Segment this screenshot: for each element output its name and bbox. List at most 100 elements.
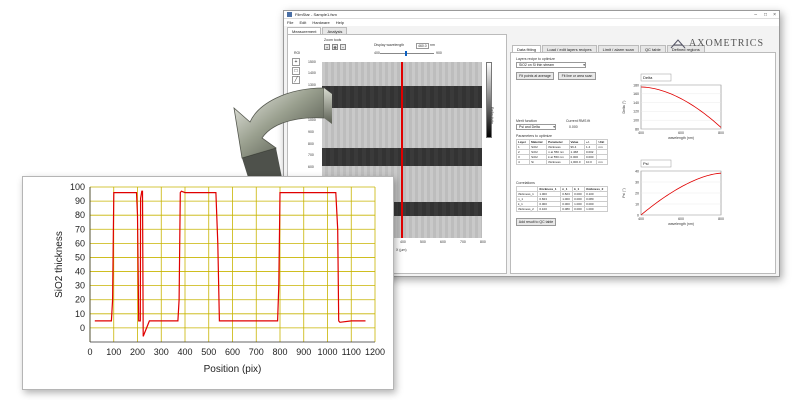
table-cell[interactable]: nm	[596, 159, 608, 165]
wavelength-value[interactable]: 460.0	[416, 43, 429, 49]
x-tick-label: 600	[225, 347, 240, 357]
chart-x-axis-label: wavelength (nm)	[668, 136, 694, 140]
zoom-out-icon[interactable]: −	[340, 44, 346, 50]
thickness-plot: 0 10 20 30 40 50 60 70 80 90 100 0 100 200 300 400 500 60…	[22, 176, 394, 390]
fit-average-button[interactable]: Fit points at average	[516, 72, 554, 80]
chart-x-tick-label: 800	[718, 217, 724, 221]
chevron-down-icon: ▾	[553, 125, 555, 129]
chart-y-tick-label: 120	[633, 110, 639, 114]
layers-dropdown[interactable]: SiO2 on Si thin stream ▾	[516, 62, 586, 68]
chart-x-tick-label: 800	[718, 131, 724, 135]
thickness-chart: 01020304050607080901000 100 200 300 400 500 60…	[54, 182, 385, 375]
x-tick-label: 100	[106, 347, 121, 357]
minimize-icon[interactable]: –	[754, 12, 757, 18]
menu-bar: File Edit Hardware Help	[284, 19, 779, 26]
menu-help[interactable]: Help	[336, 20, 344, 25]
x-tick-label: 300	[154, 347, 169, 357]
image-x-tick-label: 700	[460, 240, 466, 244]
image-y-tick-label: 1500	[308, 59, 316, 64]
y-tick-label: 10	[75, 309, 85, 319]
params-label: Parameters to optimize	[516, 134, 552, 138]
table-cell[interactable]: 10.0	[583, 159, 598, 165]
add-qc-button[interactable]: Add result to QC table	[516, 218, 556, 226]
table-cell[interactable]: 1.000	[584, 206, 608, 212]
y-tick-label: 0	[80, 323, 85, 333]
line-scan-marker[interactable]	[401, 62, 403, 238]
correlations-table[interactable]: thickness_1 n_1 k_1 thickness_2 thickness_1 1…	[515, 186, 608, 212]
table-cell[interactable]: thickness	[546, 159, 570, 165]
tab-measurement[interactable]: Measurement	[287, 27, 322, 34]
chart-x-axis-label: wavelength (nm)	[668, 222, 694, 226]
menu-file[interactable]: File	[287, 20, 293, 25]
point-tool-icon[interactable]: +	[292, 58, 300, 66]
menu-edit[interactable]: Edit	[299, 20, 306, 25]
wavelength-slider-knob[interactable]	[405, 51, 407, 56]
table-cell[interactable]: thickness_2	[515, 206, 539, 212]
chart-x-tick-label: 600	[678, 217, 684, 221]
rms-label: Current RMS fit	[566, 119, 591, 123]
params-table[interactable]: Layer Material Parameter Value +/- Unit 1 SiO2 t…	[515, 139, 608, 165]
delta-chart: Delta18016014012010080400 600 800wavelengt…	[622, 73, 724, 140]
wavelength-slider[interactable]	[380, 53, 434, 54]
merit-label: Merit function	[516, 119, 538, 123]
roi-label: ROI	[294, 51, 301, 55]
image-x-tick-label: 600	[440, 240, 446, 244]
x-tick-label: 400	[177, 347, 192, 357]
chart-y-tick-label: 180	[633, 83, 639, 87]
chart-y-tick-label: 20	[635, 191, 639, 195]
layers-dropdown-value: SiO2 on Si thin stream	[519, 63, 555, 67]
table-row[interactable]: 4 Si thickness 1,000.0 10.0 nm	[515, 159, 608, 165]
table-cell[interactable]: 0.080	[560, 206, 574, 212]
chart-y-tick-label: 140	[633, 101, 639, 105]
colorbar-label: Reflectivity	[490, 107, 494, 124]
tab-data-fitting[interactable]: Data fitting	[512, 45, 542, 52]
chart-x-tick-label: 400	[638, 217, 644, 221]
x-tick-label: 1100	[342, 347, 361, 357]
y-tick-label: 70	[75, 224, 85, 234]
rms-value: 0.000	[569, 125, 578, 129]
table-cell[interactable]: 1,000.0	[568, 159, 585, 165]
tab-analysis[interactable]: Analysis	[322, 27, 348, 34]
x-tick-label: 800	[272, 347, 287, 357]
left-tab-bar: Measurement Analysis	[287, 27, 348, 34]
chart-x-tick-label: 400	[638, 131, 644, 135]
logo-icon	[670, 38, 686, 48]
maximize-icon[interactable]: □	[764, 12, 767, 18]
y-tick-label: 80	[75, 210, 85, 220]
wavelength-label: Display wavelength	[374, 43, 405, 47]
logo-text: AXOMETRICS	[689, 38, 765, 49]
zoom-in-icon[interactable]: +	[324, 44, 330, 50]
chart-y-tick-label: 160	[633, 92, 639, 96]
x-tick-label: 700	[249, 347, 264, 357]
table-cell[interactable]: 0.000	[572, 206, 586, 212]
image-y-tick-label: 1400	[308, 71, 316, 76]
table-row[interactable]: thickness_2 0.100 0.080 0.000 1.000	[515, 206, 608, 212]
tab-load-layers[interactable]: Load / edit layers recipes	[542, 45, 597, 52]
image-x-tick-label: 800	[480, 240, 486, 244]
tab-qc-table[interactable]: QC table	[639, 45, 666, 52]
window-title: FilmStar - Sample1.fsm	[295, 12, 337, 17]
area-tool-icon[interactable]: □	[292, 67, 300, 75]
menu-hardware[interactable]: Hardware	[312, 20, 329, 25]
thickness-series-line	[94, 190, 366, 337]
image-x-label: X (µm)	[396, 248, 407, 252]
axometrics-logo: AXOMETRICS	[670, 38, 764, 49]
wavelength-max: 900	[436, 51, 442, 55]
y-tick-label: 50	[75, 252, 85, 262]
close-icon[interactable]: ×	[773, 12, 776, 18]
chart-y-axis-label: Delta (°)	[622, 101, 626, 114]
merit-dropdown[interactable]: Psi and Delta ▾	[516, 124, 556, 130]
pan-icon[interactable]: ✥	[332, 44, 338, 50]
chart-y-tick-label: 40	[635, 169, 639, 173]
psi-chart: Psi403020100400 600 800wavelength (nm)Psi …	[622, 159, 724, 226]
fit-scan-button[interactable]: Fit line or area scan	[558, 72, 596, 80]
table-cell[interactable]: 4	[515, 159, 531, 165]
x-tick-label: 900	[296, 347, 311, 357]
x-axis-label: Position (pix)	[204, 364, 262, 375]
image-x-tick-label: 400	[400, 240, 406, 244]
table-row[interactable]: thickness_1 1.000 0.823 0.000 0.100	[515, 191, 608, 197]
wavelength-unit: nm	[430, 43, 435, 47]
table-cell[interactable]: Si	[529, 159, 548, 165]
tab-limit-alarm[interactable]: Limit / alarm scan	[597, 45, 639, 52]
table-cell[interactable]: 0.100	[537, 206, 562, 212]
